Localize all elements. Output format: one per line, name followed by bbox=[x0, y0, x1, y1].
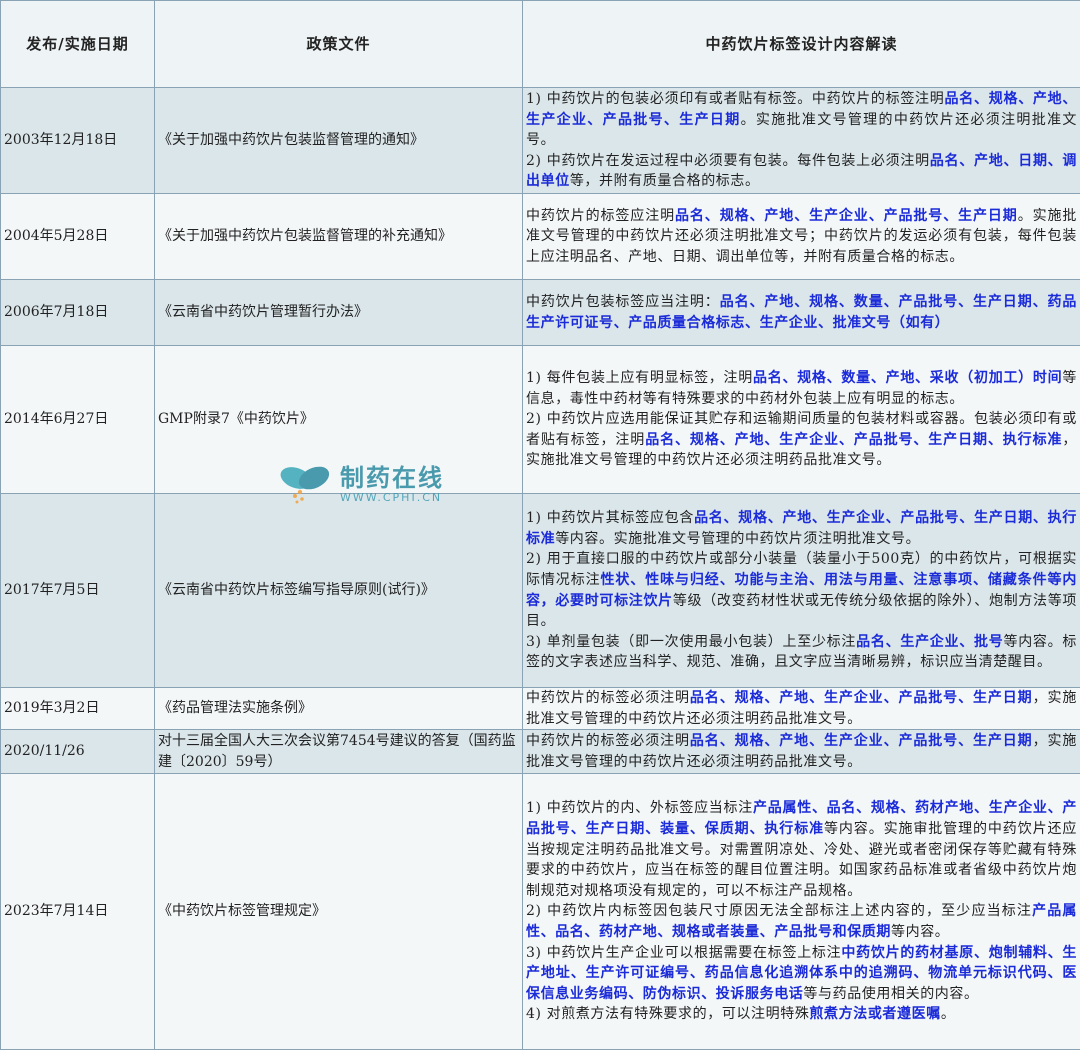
highlighted-required-fields: 品名、生产企业、批号 bbox=[856, 633, 1004, 650]
table-row: 2019年3月2日 《药品管理法实施条例》 中药饮片的标签必须注明品名、规格、产地、… bbox=[0, 686, 1080, 731]
content-text: 2) 中药饮片内标签因包装尺寸原因无法全部标注上述内容的，至少应当标注 bbox=[526, 903, 1033, 920]
cell-date: 2023年7月14日 bbox=[0, 773, 155, 1051]
content-item: 2) 用于直接口服的中药饮片或部分小装量（装量小于500克）的中药饮片，可根据实… bbox=[526, 549, 1077, 631]
content-text: 3) 单剂量包装（即一次使用最小包装）上至少标注 bbox=[526, 633, 857, 650]
content-text: 中药饮片的标签必须注明 bbox=[526, 733, 690, 750]
cell-label-content: 中药饮片包装标签应当注明：品名、产地、规格、数量、产品批号、生产日期、药品生产许… bbox=[522, 279, 1080, 346]
table-row: 2006年7月18日 《云南省中药饮片管理暂行办法》 中药饮片包装标签应当注明：品名… bbox=[0, 279, 1080, 346]
table-row: 2014年6月27日 GMP附录7《中药饮片》 1) 每件包装上应有明显标签，注明品… bbox=[0, 345, 1080, 494]
content-item: 1) 中药饮片其标签应包含品名、规格、产地、生产企业、产品批号、生产日期、执行标… bbox=[526, 508, 1077, 549]
content-text: 等，并附有质量合格的标志。 bbox=[569, 173, 760, 190]
cell-date: 2004年5月28日 bbox=[0, 193, 155, 280]
highlighted-required-fields: 品名、规格、产地、生产企业、产品批号、生产日期、执行标准 bbox=[645, 431, 1063, 448]
cell-label-content: 1) 中药饮片的内、外标签应当标注产品属性、品名、规格、药材产地、生产企业、产品… bbox=[522, 773, 1080, 1051]
cell-label-content: 中药饮片的标签必须注明品名、规格、产地、生产企业、产品批号、生产日期，实施批准文… bbox=[522, 729, 1080, 775]
content-item: 3) 单剂量包装（即一次使用最小包装）上至少标注品名、生产企业、批号等内容。标签… bbox=[526, 632, 1077, 673]
table-row: 2004年5月28日 《关于加强中药饮片包装监督管理的补充通知》 中药饮片的标签应注… bbox=[0, 193, 1080, 280]
table-row: 2003年12月18日 《关于加强中药饮片包装监督管理的通知》 1) 中药饮片的包装… bbox=[0, 87, 1080, 194]
cell-policy-document: 《云南省中药饮片管理暂行办法》 bbox=[154, 279, 523, 346]
content-item: 2) 中药饮片在发运过程中必须要有包装。每件包装上必须注明品名、产地、日期、调出… bbox=[526, 151, 1077, 192]
cell-policy-document: GMP附录7《中药饮片》 bbox=[154, 345, 523, 494]
highlighted-required-fields: 品名、规格、产地、生产企业、产品批号、生产日期 bbox=[689, 690, 1033, 706]
content-item: 1) 中药饮片的内、外标签应当标注产品属性、品名、规格、药材产地、生产企业、产品… bbox=[526, 798, 1077, 901]
table-row: 2017年7月5日 《云南省中药饮片标签编写指导原则(试行)》 1) 中药饮片其标签… bbox=[0, 493, 1080, 688]
content-item: 3) 中药饮片生产企业可以根据需要在标签上标注中药饮片的药材基原、炮制辅料、生产… bbox=[526, 943, 1077, 1005]
cell-date: 2006年7月18日 bbox=[0, 279, 155, 346]
content-item: 2) 中药饮片应选用能保证其贮存和运输期间质量的包装材料或容器。包装必须印有或者… bbox=[526, 409, 1077, 471]
table-row: 2020/11/26 对十三届全国人大三次会议第7454号建议的答复（国药监建〔2… bbox=[0, 729, 1080, 775]
content-text: 。 bbox=[940, 1006, 956, 1023]
header-date: 发布/实施日期 bbox=[0, 0, 155, 88]
content-item: 1) 每件包装上应有明显标签，注明品名、规格、数量、产地、采收（初加工）时间等信… bbox=[526, 368, 1077, 409]
cell-policy-document: 《药品管理法实施条例》 bbox=[154, 686, 523, 731]
cell-label-content: 中药饮片的标签必须注明品名、规格、产地、生产企业、产品批号、生产日期，实施批准文… bbox=[522, 686, 1080, 731]
cell-date: 2003年12月18日 bbox=[0, 87, 155, 194]
content-text: 1) 中药饮片的内、外标签应当标注 bbox=[526, 800, 754, 817]
cell-date: 2019年3月2日 bbox=[0, 686, 155, 731]
content-item: 中药饮片的标签应注明品名、规格、产地、生产企业、产品批号、生产日期。实施批准文号… bbox=[526, 206, 1077, 268]
cell-date: 2014年6月27日 bbox=[0, 345, 155, 494]
content-text: 4) 对煎煮方法有特殊要求的，可以注明特殊 bbox=[526, 1006, 810, 1023]
table-row: 2023年7月14日 《中药饮片标签管理规定》 1) 中药饮片的内、外标签应当标注产… bbox=[0, 773, 1080, 1051]
cell-policy-document: 《中药饮片标签管理规定》 bbox=[154, 773, 523, 1051]
content-text: 中药饮片包装标签应当注明： bbox=[526, 293, 720, 310]
cell-label-content: 1) 每件包装上应有明显标签，注明品名、规格、数量、产地、采收（初加工）时间等信… bbox=[522, 345, 1080, 494]
cell-label-content: 1) 中药饮片其标签应包含品名、规格、产地、生产企业、产品批号、生产日期、执行标… bbox=[522, 493, 1080, 688]
highlighted-required-fields: 品名、规格、产地、生产企业、产品批号、生产日期 bbox=[675, 207, 1018, 224]
content-item: 4) 对煎煮方法有特殊要求的，可以注明特殊煎煮方法或者遵医嘱。 bbox=[526, 1004, 1077, 1025]
cell-label-content: 1) 中药饮片的包装必须印有或者贴有标签。中药饮片的标签注明品名、规格、产地、生… bbox=[522, 87, 1080, 194]
cell-date: 2020/11/26 bbox=[0, 729, 155, 775]
content-text: 3) 中药饮片生产企业可以根据需要在标签上标注 bbox=[526, 944, 842, 961]
highlighted-required-fields: 品名、规格、数量、产地、采收（初加工）时间 bbox=[753, 370, 1063, 387]
content-text: 1) 中药饮片其标签应包含 bbox=[526, 510, 695, 527]
content-item: 中药饮片包装标签应当注明：品名、产地、规格、数量、产品批号、生产日期、药品生产许… bbox=[526, 292, 1077, 333]
content-text: 等内容。 bbox=[891, 923, 950, 940]
content-text: 中药饮片的标签应注明 bbox=[526, 207, 675, 224]
highlighted-required-fields: 品名、规格、产地、生产企业、产品批号、生产日期 bbox=[689, 733, 1033, 750]
content-text: 中药饮片的标签必须注明 bbox=[526, 690, 690, 706]
content-item: 1) 中药饮片的包装必须印有或者贴有标签。中药饮片的标签注明品名、规格、产地、生… bbox=[526, 89, 1077, 151]
header-row: 发布/实施日期 政策文件 中药饮片标签设计内容解读 bbox=[0, 0, 1080, 88]
cell-label-content: 中药饮片的标签应注明品名、规格、产地、生产企业、产品批号、生产日期。实施批准文号… bbox=[522, 193, 1080, 280]
cell-policy-document: 《关于加强中药饮片包装监督管理的补充通知》 bbox=[154, 193, 523, 280]
content-item: 中药饮片的标签必须注明品名、规格、产地、生产企业、产品批号、生产日期，实施批准文… bbox=[526, 731, 1077, 772]
policy-table: 发布/实施日期 政策文件 中药饮片标签设计内容解读 2003年12月18日 《关于… bbox=[0, 0, 1080, 1051]
cell-policy-document: 对十三届全国人大三次会议第7454号建议的答复（国药监建〔2020〕59号） bbox=[154, 729, 523, 775]
table-body: 2003年12月18日 《关于加强中药饮片包装监督管理的通知》 1) 中药饮片的包装… bbox=[0, 87, 1080, 1051]
content-item: 中药饮片的标签必须注明品名、规格、产地、生产企业、产品批号、生产日期，实施批准文… bbox=[526, 688, 1077, 729]
content-text: 等与药品使用相关的内容。 bbox=[803, 985, 979, 1002]
content-text: 1) 每件包装上应有明显标签，注明 bbox=[526, 370, 753, 387]
content-text: 1) 中药饮片的包装必须印有或者贴有标签。中药饮片的标签注明 bbox=[526, 91, 945, 108]
header-policy-document: 政策文件 bbox=[154, 0, 523, 88]
cell-policy-document: 《关于加强中药饮片包装监督管理的通知》 bbox=[154, 87, 523, 194]
content-text: 2) 中药饮片在发运过程中必须要有包装。每件包装上必须注明 bbox=[526, 152, 930, 169]
content-item: 2) 中药饮片内标签因包装尺寸原因无法全部标注上述内容的，至少应当标注产品属性、… bbox=[526, 901, 1077, 942]
header-label-content: 中药饮片标签设计内容解读 bbox=[522, 0, 1080, 88]
highlighted-required-fields: 煎煮方法或者遵医嘱 bbox=[809, 1006, 941, 1023]
cell-policy-document: 《云南省中药饮片标签编写指导原则(试行)》 bbox=[154, 493, 523, 688]
content-text: 等内容。实施批准文号管理的中药饮片须注明批准文号。 bbox=[555, 530, 921, 547]
cell-date: 2017年7月5日 bbox=[0, 493, 155, 688]
